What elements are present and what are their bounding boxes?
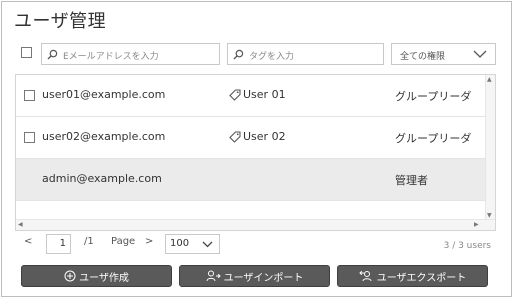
user-role: 管理者 [395, 174, 428, 187]
select-all-checkbox[interactable] [21, 47, 32, 58]
user-tag-label: User 02 [243, 130, 286, 143]
scroll-down-icon[interactable]: ▼ [487, 212, 492, 219]
chevron-down-icon [473, 50, 487, 58]
table-row[interactable]: user02@example.com User 02 グループリーダ [16, 117, 486, 159]
user-count: 3 / 3 users [443, 241, 491, 251]
page-label: Page [111, 236, 136, 247]
per-page-value: 100 [170, 238, 190, 249]
tag-icon [229, 131, 241, 143]
horizontal-scrollbar[interactable]: ◀ ▶ [16, 219, 495, 230]
create-user-label: ユーザ作成 [79, 272, 129, 284]
scroll-right-icon[interactable]: ▶ [474, 221, 479, 228]
export-users-label: ユーザエクスポート [376, 272, 467, 284]
user-email: admin@example.com [42, 172, 162, 185]
page-title: ユーザ管理 [14, 11, 107, 32]
user-import-icon [206, 270, 221, 282]
row-checkbox[interactable] [24, 132, 35, 143]
search-icon [233, 49, 244, 60]
table-row[interactable]: admin@example.com 管理者 [16, 159, 486, 201]
plus-circle-icon [64, 270, 76, 282]
scroll-left-icon[interactable]: ◀ [18, 221, 23, 228]
user-management-panel: ユーザ管理 Eメールアドレスを入力 タグを入力 全ての権限 user01@exa… [1, 1, 512, 297]
create-user-button[interactable]: ユーザ作成 [21, 265, 172, 287]
user-tag-label: User 01 [243, 88, 286, 101]
search-icon [47, 49, 58, 60]
user-role: グループリーダ [395, 132, 472, 145]
prev-page-button[interactable]: < [24, 236, 32, 247]
per-page-select[interactable]: 100 [165, 234, 220, 254]
user-email: user01@example.com [42, 88, 166, 101]
scroll-up-icon[interactable]: ▲ [487, 76, 492, 83]
total-pages: /1 [84, 236, 94, 247]
next-page-button[interactable]: > [145, 236, 153, 247]
role-filter-value: 全ての権限 [400, 52, 446, 62]
import-users-button[interactable]: ユーザインポート [179, 265, 330, 287]
export-users-button[interactable]: ユーザエクスポート [337, 265, 488, 287]
row-checkbox[interactable] [24, 90, 35, 101]
import-users-label: ユーザインポート [223, 272, 304, 284]
vertical-scrollbar[interactable]: ▲ ▼ [485, 75, 495, 220]
page-number-input[interactable]: 1 [46, 234, 71, 254]
email-search-input[interactable]: Eメールアドレスを入力 [41, 43, 220, 65]
email-search-placeholder: Eメールアドレスを入力 [63, 52, 159, 62]
user-role: グループリーダ [395, 90, 472, 103]
user-email: user02@example.com [42, 130, 166, 143]
chevron-down-icon [202, 241, 213, 248]
user-export-icon [359, 270, 372, 282]
user-table: user01@example.com User 01 グループリーダ user0… [15, 74, 496, 231]
role-filter-select[interactable]: 全ての権限 [391, 43, 496, 65]
table-row[interactable]: user01@example.com User 01 グループリーダ [16, 75, 486, 117]
tag-search-input[interactable]: タグを入力 [227, 43, 384, 65]
tag-icon [229, 89, 241, 101]
tag-search-placeholder: タグを入力 [249, 52, 295, 62]
